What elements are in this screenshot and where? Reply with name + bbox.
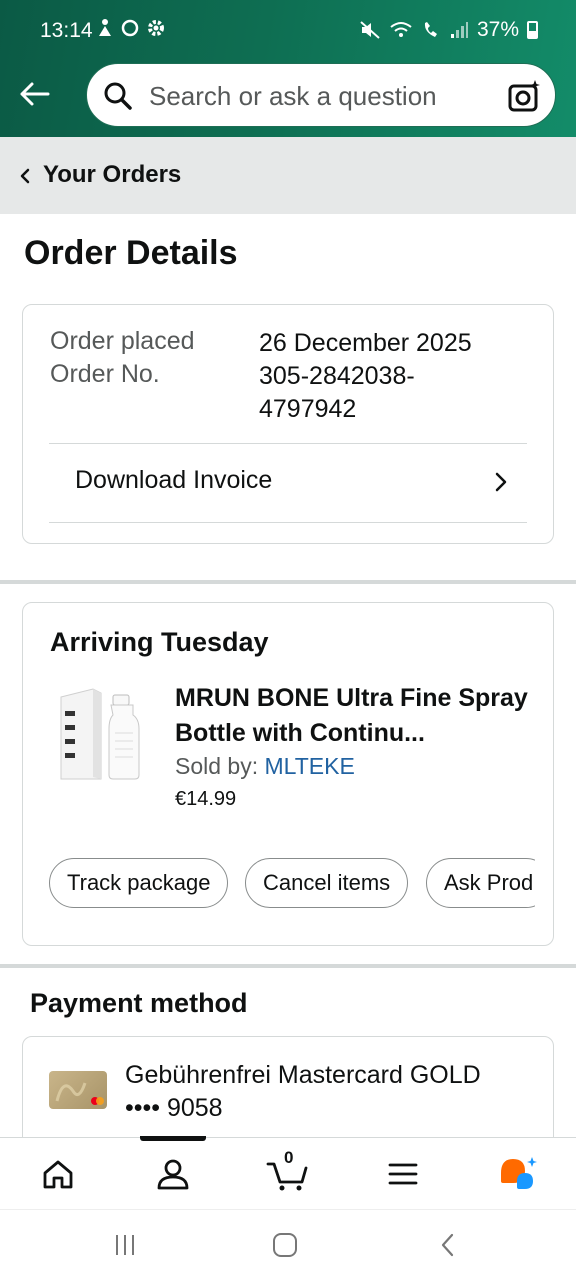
- section-separator: [0, 964, 576, 968]
- back-system-icon: [441, 1233, 454, 1257]
- mute-icon: [360, 21, 380, 39]
- status-bar: 13:14 37%: [0, 0, 576, 62]
- back-button[interactable]: [14, 74, 54, 114]
- payment-card-name: Gebührenfrei Mastercard GOLD: [125, 1061, 481, 1089]
- cancel-items-button[interactable]: Cancel items: [245, 858, 409, 908]
- divider: [49, 522, 527, 523]
- settings-status-icon: [148, 20, 164, 36]
- rufus-assistant-icon: [501, 1157, 537, 1189]
- breadcrumb[interactable]: Your Orders: [0, 137, 576, 214]
- order-number-label: Order No.: [50, 360, 160, 388]
- ask-product-question-button[interactable]: Ask Prod: [426, 858, 535, 908]
- status-right: 37%: [359, 18, 538, 42]
- home-icon: [43, 1160, 73, 1189]
- breadcrumb-your-orders[interactable]: Your Orders: [43, 161, 181, 189]
- mastercard-logo-icon: [55, 1082, 104, 1105]
- signal-icon: [450, 22, 468, 38]
- product-price: €14.99: [175, 788, 237, 810]
- seller-link[interactable]: MLTEKE: [265, 753, 355, 779]
- status-time: 13:14: [40, 19, 93, 42]
- person-status-icon: [99, 19, 111, 36]
- menu-icon: [388, 1163, 418, 1185]
- sync-status-icon: [121, 19, 139, 37]
- shipment-card: Arriving Tuesday MRUN BONE Ultra Fine Sp…: [22, 602, 554, 946]
- nav-cart[interactable]: 0: [266, 1148, 310, 1196]
- cart-count: 0: [284, 1148, 294, 1167]
- page-title: Order Details: [24, 234, 238, 272]
- nav-rufus[interactable]: [496, 1152, 540, 1196]
- delivery-status-heading: Arriving Tuesday: [50, 627, 269, 657]
- payment-card-number: •••• 9058: [125, 1094, 223, 1122]
- bottom-navigation: 0: [0, 1136, 576, 1209]
- nav-account[interactable]: [151, 1152, 195, 1196]
- chevron-right-icon: [495, 472, 507, 492]
- payment-method-heading: Payment method: [30, 988, 248, 1018]
- product-title-link[interactable]: MRUN BONE Ultra Fine Spray Bottle with C…: [175, 681, 535, 751]
- wifi-calling-icon: [424, 22, 437, 37]
- camera-search-icon[interactable]: [507, 78, 543, 114]
- system-navigation-bar: [0, 1209, 576, 1280]
- battery-icon: [527, 21, 538, 39]
- search-icon: [104, 82, 132, 110]
- sold-by-label: Sold by:: [175, 753, 265, 779]
- download-invoice-row[interactable]: Download Invoice: [23, 443, 553, 521]
- order-number-line1: 305-2842038-: [259, 362, 415, 390]
- battery-percent: 37%: [476, 18, 519, 41]
- wifi-icon: [390, 22, 412, 37]
- credit-card-icon: [49, 1071, 107, 1109]
- nav-menu[interactable]: [381, 1152, 425, 1196]
- shipment-actions: Track package Cancel items Ask Prod: [49, 858, 535, 910]
- track-package-button[interactable]: Track package: [49, 858, 229, 908]
- home-system-icon: [273, 1233, 297, 1257]
- active-tab-indicator: [140, 1136, 206, 1141]
- search-bar[interactable]: Search or ask a question: [86, 63, 556, 127]
- search-input[interactable]: Search or ask a question: [149, 81, 437, 112]
- chevron-left-icon: [20, 168, 30, 184]
- sold-by: Sold by: MLTEKE: [175, 753, 355, 780]
- status-notification-icons: [96, 18, 166, 38]
- order-placed-label: Order placed: [50, 327, 195, 355]
- section-separator: [0, 580, 576, 584]
- recent-apps-button[interactable]: [107, 1230, 143, 1260]
- order-summary-card: Order placed 26 December 2025 Order No. …: [22, 304, 554, 544]
- download-invoice-label: Download Invoice: [75, 466, 273, 494]
- back-system-button[interactable]: [430, 1230, 466, 1260]
- home-system-button[interactable]: [267, 1230, 303, 1260]
- order-placed-value: 26 December 2025: [259, 329, 472, 357]
- back-arrow-icon: [20, 82, 50, 106]
- account-icon: [157, 1159, 189, 1190]
- product-image[interactable]: [53, 685, 143, 783]
- nav-home[interactable]: [36, 1152, 80, 1196]
- order-number-line2: 4797942: [259, 395, 357, 423]
- recent-apps-icon: [116, 1235, 134, 1255]
